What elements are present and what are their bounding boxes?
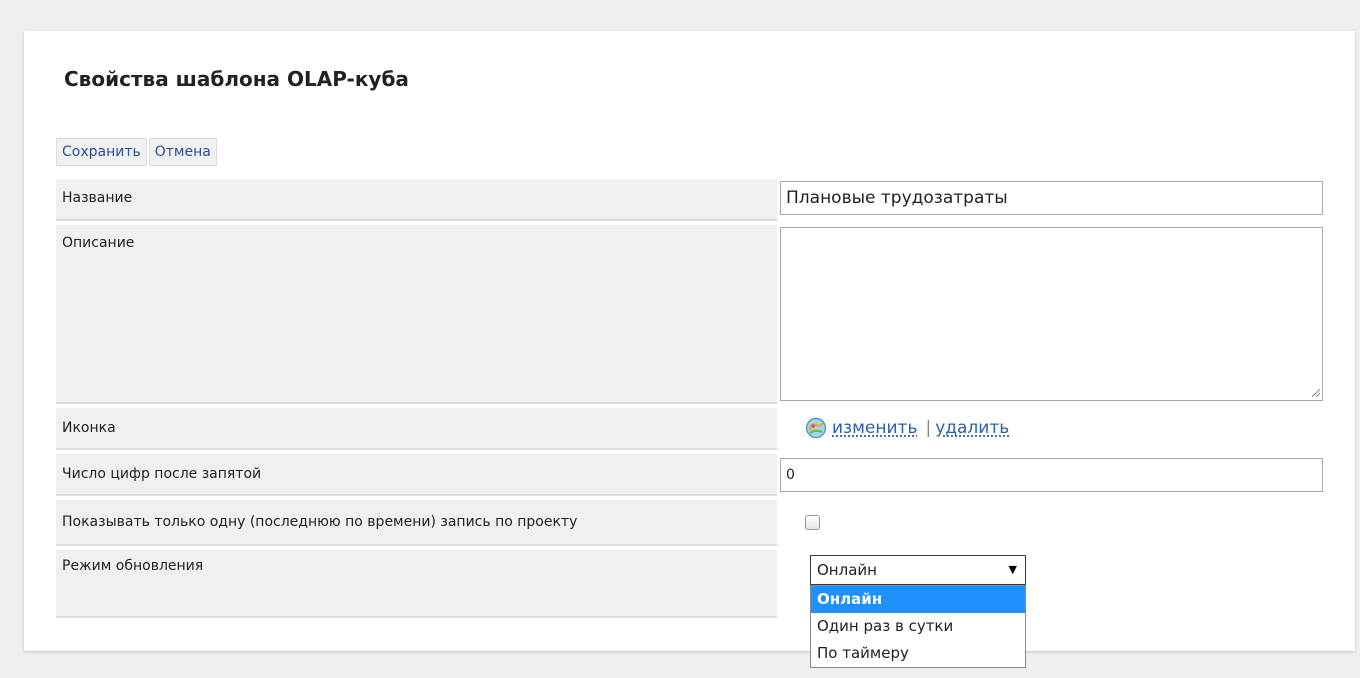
icon-value-cell: изменить | удалить bbox=[780, 415, 1325, 445]
icon-actions: изменить | удалить bbox=[805, 415, 1009, 441]
name-label: Название bbox=[56, 179, 777, 221]
toolbar: Сохранить Отмена bbox=[56, 138, 217, 168]
update-mode-value-cell: Онлайн ▼ Онлайн Один раз в сутки По тайм… bbox=[780, 555, 1325, 675]
cancel-button[interactable]: Отмена bbox=[148, 138, 217, 166]
properties-panel: Свойства шаблона OLAP-куба Сохранить Отм… bbox=[24, 31, 1355, 668]
update-mode-option[interactable]: По таймеру bbox=[811, 640, 1025, 667]
link-separator: | bbox=[925, 418, 932, 438]
update-mode-dropdown: Онлайн Один раз в сутки По таймеру bbox=[810, 585, 1026, 668]
update-mode-label: Режим обновления bbox=[56, 550, 777, 618]
update-mode-select[interactable]: Онлайн ▼ bbox=[810, 555, 1026, 585]
description-value-cell bbox=[780, 225, 1325, 404]
icon-label: Иконка bbox=[56, 408, 777, 450]
olap-cube-icon bbox=[805, 417, 827, 439]
last-record-only-label: Показывать только одну (последнюю по вре… bbox=[56, 500, 777, 546]
last-record-only-value-cell bbox=[780, 512, 1325, 536]
last-record-only-checkbox[interactable] bbox=[805, 515, 820, 530]
chevron-down-icon: ▼ bbox=[1008, 563, 1017, 576]
description-label: Описание bbox=[56, 225, 777, 404]
resize-grip-icon[interactable] bbox=[1312, 389, 1320, 397]
decimals-label: Число цифр после запятой bbox=[56, 454, 777, 496]
update-mode-selected-value: Онлайн bbox=[817, 561, 877, 579]
save-button[interactable]: Сохранить bbox=[56, 138, 147, 166]
update-mode-option[interactable]: Один раз в сутки bbox=[811, 613, 1025, 640]
decimals-value-cell bbox=[780, 454, 1325, 496]
name-input[interactable] bbox=[780, 181, 1323, 215]
decimals-input[interactable] bbox=[780, 458, 1323, 492]
name-value-cell bbox=[780, 179, 1325, 221]
delete-icon-link[interactable]: удалить bbox=[935, 418, 1009, 438]
description-textarea[interactable] bbox=[780, 227, 1323, 401]
change-icon-link[interactable]: изменить bbox=[832, 418, 917, 438]
page-title: Свойства шаблона OLAP-куба bbox=[64, 67, 409, 91]
update-mode-option[interactable]: Онлайн bbox=[811, 586, 1025, 613]
